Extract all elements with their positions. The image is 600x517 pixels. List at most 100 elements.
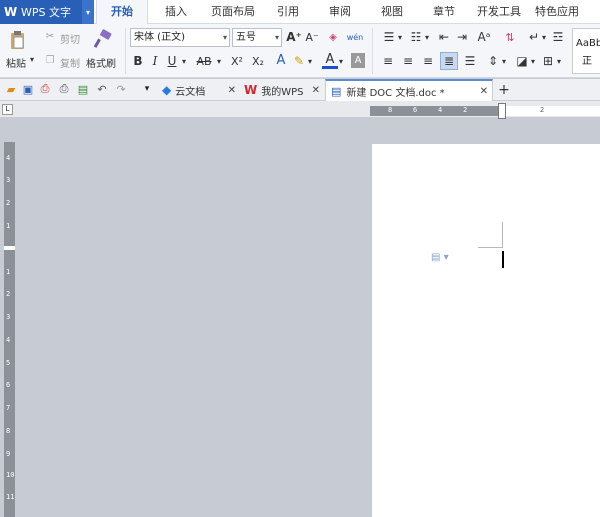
format-painter-label[interactable]: 格式刷: [86, 55, 116, 70]
paste-dropdown-icon[interactable]: ▾: [30, 55, 34, 64]
customize-dropdown-icon[interactable]: ▾: [140, 82, 154, 96]
sort-icon[interactable]: ⇅: [502, 29, 518, 45]
justify-icon[interactable]: ≣: [440, 52, 458, 70]
copy-icon[interactable]: ❐: [43, 53, 57, 67]
char-shading-icon[interactable]: A: [351, 53, 365, 68]
tab-view[interactable]: 视图: [366, 0, 418, 24]
print-preview-icon[interactable]: ▤: [76, 82, 90, 96]
tab-document[interactable]: ▤ 新建 DOC 文档.doc * ✕: [325, 79, 493, 101]
line-spacing-icon[interactable]: ⇕: [485, 53, 501, 69]
copy-label[interactable]: 复制: [60, 55, 80, 70]
redo-icon[interactable]: ↷: [114, 82, 128, 96]
margin-guide-vertical: [502, 222, 503, 248]
superscript-icon[interactable]: X²: [229, 53, 245, 69]
tab-page-layout[interactable]: 页面布局: [204, 0, 262, 24]
style-preview-label: 正: [582, 56, 592, 67]
menu-tabs: 开始 插入 页面布局 引用 审阅 视图 章节 开发工具 特色应用: [96, 0, 586, 24]
tab-developer[interactable]: 开发工具: [470, 0, 528, 24]
style-preview-normal[interactable]: AaBb: [576, 35, 600, 53]
strikethrough-icon[interactable]: AB: [193, 53, 215, 69]
align-left-icon[interactable]: ≡: [380, 53, 396, 69]
ruler-number: 2: [6, 290, 11, 298]
paragraph-settings-icon[interactable]: ☲: [550, 29, 566, 45]
numbered-dropdown-icon[interactable]: ▾: [423, 31, 431, 43]
tab-my-wps[interactable]: W 我的WPS ✕: [240, 79, 324, 101]
grow-font-icon[interactable]: A⁺: [286, 29, 302, 45]
tab-cloud-docs[interactable]: ◆ 云文档 ✕: [158, 79, 240, 101]
font-color-dropdown-icon[interactable]: ▾: [337, 54, 345, 68]
border-dropdown-icon[interactable]: ▾: [555, 55, 563, 67]
paste-label[interactable]: 粘贴: [6, 55, 26, 70]
close-icon[interactable]: ✕: [312, 85, 320, 96]
increase-indent-icon[interactable]: ⇥: [454, 29, 470, 45]
save-icon[interactable]: ▣: [21, 82, 35, 96]
print-icon[interactable]: ⎙: [57, 82, 71, 96]
paste-options-icon[interactable]: ▤ ▾: [431, 252, 453, 264]
highlight-dropdown-icon[interactable]: ▾: [306, 54, 314, 68]
shading-dropdown-icon[interactable]: ▾: [529, 55, 537, 67]
ribbon-separator: [125, 28, 126, 74]
tab-label: 我的WPS: [261, 86, 304, 98]
document-page[interactable]: [372, 144, 600, 517]
app-dropdown-button[interactable]: ▾: [82, 0, 94, 24]
pinyin-guide-icon[interactable]: wén: [346, 29, 364, 45]
ruler-number: 3: [6, 313, 11, 321]
font-name-value: 宋体 (正文): [134, 32, 185, 43]
font-size-select[interactable]: 五号 ▾: [232, 28, 282, 47]
ruler-number: 2: [463, 106, 468, 114]
paste-icon[interactable]: [8, 30, 28, 50]
font-name-select[interactable]: 宋体 (正文) ▾: [130, 28, 230, 47]
clear-format-icon[interactable]: ◈: [324, 29, 342, 45]
export-pdf-icon[interactable]: ⎙: [38, 82, 52, 96]
ruler-number: 10: [6, 471, 15, 479]
open-folder-icon[interactable]: ▰: [4, 82, 18, 96]
distribute-icon[interactable]: ☰: [462, 53, 478, 69]
underline-dropdown-icon[interactable]: ▾: [180, 54, 188, 68]
ruler-number: 8: [6, 427, 11, 435]
subscript-icon[interactable]: X₂: [250, 53, 266, 69]
text-effect-icon[interactable]: A: [273, 52, 289, 69]
marks-dropdown-icon[interactable]: ▾: [540, 31, 548, 43]
ruler-number: 5: [6, 359, 11, 367]
ruler-number: 9: [6, 450, 11, 458]
italic-icon[interactable]: I: [148, 53, 162, 69]
align-right-icon[interactable]: ≡: [420, 53, 436, 69]
cut-label[interactable]: 剪切: [60, 31, 80, 46]
line-spacing-dropdown-icon[interactable]: ▾: [500, 55, 508, 67]
tab-references[interactable]: 引用: [262, 0, 314, 24]
app-menu-button[interactable]: W WPS 文字: [0, 0, 82, 24]
styles-gallery[interactable]: AaBb 正: [572, 28, 600, 74]
cloud-cube-icon: ◆: [162, 83, 172, 97]
font-color-icon[interactable]: A: [322, 52, 338, 69]
tab-home[interactable]: 开始: [96, 0, 148, 24]
tab-special[interactable]: 特色应用: [528, 0, 586, 24]
format-painter-icon[interactable]: [92, 28, 114, 50]
shrink-font-icon[interactable]: A⁻: [304, 29, 320, 45]
wps-logo-icon: W: [4, 5, 18, 19]
cut-icon[interactable]: ✂: [43, 29, 57, 43]
ruler-number: 6: [6, 381, 11, 389]
strikethrough-dropdown-icon[interactable]: ▾: [215, 54, 223, 68]
bullet-dropdown-icon[interactable]: ▾: [396, 31, 404, 43]
indent-marker[interactable]: [498, 103, 506, 119]
tab-chapter[interactable]: 章节: [418, 0, 470, 24]
ruler-number: 1: [6, 222, 11, 230]
align-center-icon[interactable]: ≡: [400, 53, 416, 69]
ribbon-separator: [372, 28, 373, 74]
new-tab-button[interactable]: +: [496, 79, 512, 101]
tab-insert[interactable]: 插入: [148, 0, 204, 24]
ruler-number: 2: [6, 199, 11, 207]
text-direction-icon[interactable]: Aᵃ: [474, 29, 494, 45]
highlight-icon[interactable]: ✎: [291, 52, 307, 69]
shading-icon[interactable]: ◪: [514, 53, 530, 69]
wps-logo-icon: W: [244, 83, 258, 97]
border-icon[interactable]: ⊞: [540, 53, 556, 69]
close-icon[interactable]: ✕: [480, 86, 488, 97]
bold-icon[interactable]: B: [131, 53, 145, 69]
close-icon[interactable]: ✕: [228, 85, 236, 96]
tab-review[interactable]: 审阅: [314, 0, 366, 24]
underline-icon[interactable]: U: [165, 53, 179, 69]
tab-stop-selector[interactable]: L: [2, 104, 13, 115]
decrease-indent-icon[interactable]: ⇤: [436, 29, 452, 45]
undo-icon[interactable]: ↶: [95, 82, 109, 96]
